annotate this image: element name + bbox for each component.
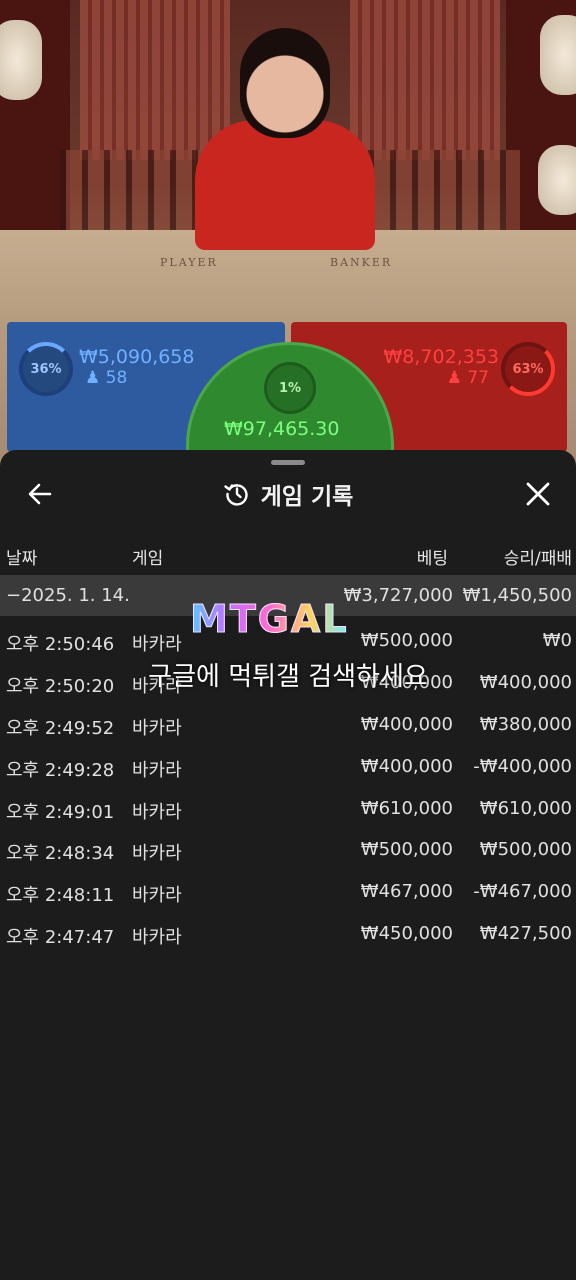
row-time: 오후 2:50:46: [6, 634, 115, 655]
sheet-header: 게임 기록: [0, 478, 576, 510]
history-row[interactable]: 오후 2:49:28 바카라 ₩400,000 -₩400,000: [0, 746, 576, 787]
row-time: 오후 2:49:01: [6, 802, 115, 823]
row-bet: ₩450,000: [360, 923, 453, 944]
column-header-game: 게임: [132, 549, 164, 569]
row-game: 바카라: [132, 634, 182, 655]
row-result: ₩0: [542, 630, 572, 651]
player-count-value: 58: [105, 368, 128, 388]
row-game: 바카라: [132, 718, 182, 739]
player-count: ♟ 58: [85, 368, 127, 388]
row-bet: ₩500,000: [360, 839, 453, 860]
history-row[interactable]: 오후 2:48:11 바카라 ₩467,000 -₩467,000: [0, 871, 576, 912]
table-banker-label: BANKER: [330, 256, 393, 269]
game-history-sheet: 게임 기록 날짜 게임 베팅 승리/패배 −2025. 1. 14. ₩3,72…: [0, 450, 576, 1280]
row-bet: ₩467,000: [360, 881, 453, 902]
row-bet: ₩500,000: [360, 630, 453, 651]
row-game: 바카라: [132, 760, 182, 781]
history-row[interactable]: 오후 2:49:01 바카라 ₩610,000 ₩610,000: [0, 788, 576, 829]
row-bet: ₩610,000: [360, 798, 453, 819]
player-percent: 36%: [19, 342, 73, 396]
row-bet: ₩400,000: [360, 756, 453, 777]
row-result: ₩380,000: [479, 714, 572, 735]
lantern-icon: [538, 145, 576, 215]
row-game: 바카라: [132, 802, 182, 823]
summary-bet: ₩3,727,000: [343, 585, 453, 606]
close-icon: [526, 482, 550, 506]
lantern-icon: [540, 15, 576, 95]
row-time: 오후 2:49:28: [6, 760, 115, 781]
row-result: ₩610,000: [479, 798, 572, 819]
tie-percent: 1%: [264, 362, 316, 414]
banker-count: ♟ 77: [447, 368, 489, 388]
row-time: 오후 2:49:52: [6, 718, 115, 739]
row-game: 바카라: [132, 843, 182, 864]
row-result: ₩500,000: [479, 839, 572, 860]
column-header-date: 날짜: [6, 549, 38, 569]
person-icon: ♟: [446, 368, 462, 388]
row-time: 오후 2:48:11: [6, 885, 115, 906]
row-result: -₩400,000: [473, 756, 572, 777]
history-row[interactable]: 오후 2:47:47 바카라 ₩450,000 ₩427,500: [0, 913, 576, 954]
row-time: 오후 2:47:47: [6, 927, 115, 948]
row-result: -₩467,000: [473, 881, 572, 902]
row-game: 바카라: [132, 885, 182, 906]
banker-amount: ₩8,702,353: [383, 346, 499, 368]
table-player-label: PLAYER: [160, 256, 218, 269]
column-header-result: 승리/패배: [503, 549, 572, 569]
column-header-bet: 베팅: [416, 549, 448, 569]
summary-result: ₩1,450,500: [462, 585, 572, 606]
row-time: 오후 2:48:34: [6, 843, 115, 864]
banker-count-value: 77: [467, 368, 489, 388]
banker-percent: 63%: [501, 342, 555, 396]
lantern-icon: [0, 20, 42, 100]
sheet-title: 게임 기록: [260, 484, 354, 510]
watermark-text: 구글에 먹튀갤 검색하세요: [148, 662, 428, 692]
history-icon: [223, 484, 248, 506]
watermark-logo: MTGAL: [190, 597, 349, 642]
summary-date: −2025. 1. 14.: [6, 585, 130, 606]
person-icon: ♟: [85, 368, 101, 388]
drag-handle[interactable]: [271, 460, 305, 465]
dealer-head: [240, 28, 330, 138]
row-bet: ₩400,000: [360, 714, 453, 735]
row-result: ₩427,500: [479, 923, 572, 944]
row-game: 바카라: [132, 927, 182, 948]
dealer: [195, 120, 375, 250]
history-row[interactable]: 오후 2:48:34 바카라 ₩500,000 ₩500,000: [0, 829, 576, 870]
decor-window-right: [350, 0, 500, 160]
decor-window-left: [80, 0, 230, 160]
close-button[interactable]: [522, 478, 554, 510]
player-amount: ₩5,090,658: [79, 346, 195, 368]
tie-amount: ₩97,465.30: [224, 418, 340, 440]
history-row[interactable]: 오후 2:49:52 바카라 ₩400,000 ₩380,000: [0, 704, 576, 745]
